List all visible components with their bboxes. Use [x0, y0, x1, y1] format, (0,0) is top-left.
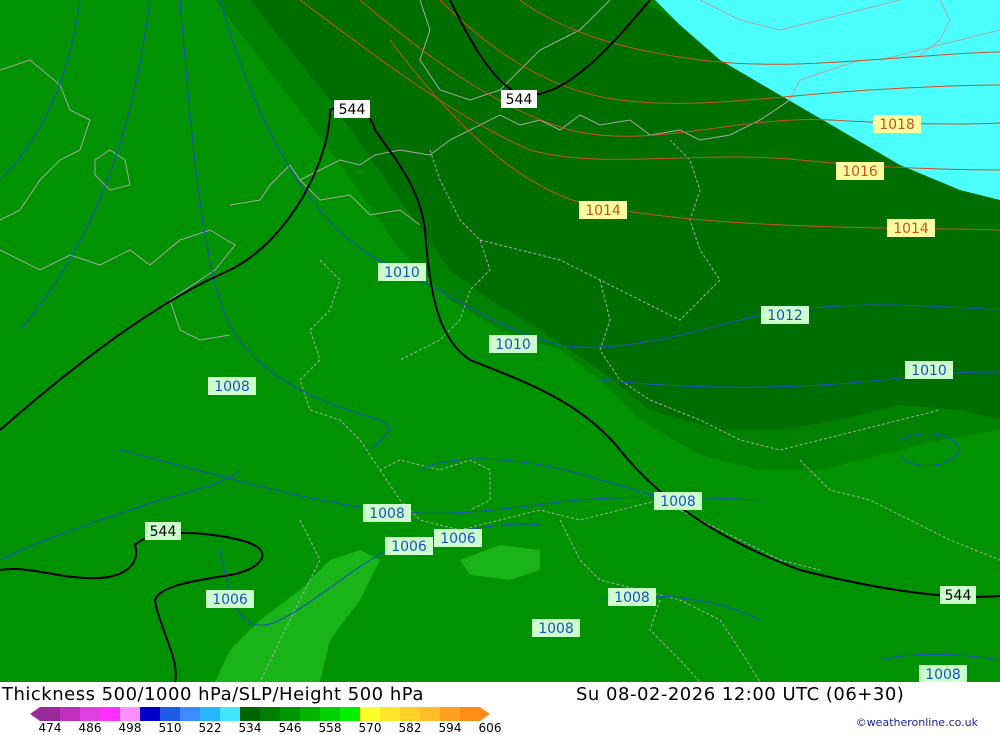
isobar-label: 1016	[836, 162, 884, 180]
isobar-label: 1008	[532, 619, 580, 637]
isobar-label-text: 1008	[214, 379, 250, 395]
isobar-label: 1010	[378, 263, 426, 281]
isobar-label: 1008	[608, 588, 656, 606]
scale-swatch	[440, 707, 460, 721]
isobar-label: 1006	[434, 529, 482, 547]
isobar-label: 1008	[208, 377, 256, 395]
isobar-label: 1010	[905, 361, 953, 379]
credit-link[interactable]: ©weatheronline.co.uk	[856, 716, 978, 729]
scale-swatch	[300, 707, 320, 721]
scale-swatch	[80, 707, 100, 721]
height-label-text: 544	[150, 524, 177, 540]
scale-swatch	[180, 707, 200, 721]
scale-swatch	[260, 707, 280, 721]
valid-time: Su 08-02-2026 12:00 UTC (06+30)	[576, 684, 905, 705]
isobar-label: 1018	[873, 115, 921, 133]
isobar-label-text: 1008	[538, 621, 574, 637]
height-label: 544	[940, 586, 976, 604]
scale-swatch	[340, 707, 360, 721]
scale-swatch	[280, 707, 300, 721]
isobar-label: 1012	[761, 306, 809, 324]
scale-swatch	[120, 707, 140, 721]
isobar-label: 1006	[206, 590, 254, 608]
scale-swatch	[100, 707, 120, 721]
height-label: 544	[145, 522, 181, 540]
height-label-text: 544	[339, 102, 366, 118]
map-title: Thickness 500/1000 hPa/SLP/Height 500 hP…	[2, 684, 424, 705]
scale-arrow-left	[30, 707, 40, 721]
scale-swatch	[200, 707, 220, 721]
scale-swatch	[220, 707, 240, 721]
scale-swatch	[320, 707, 340, 721]
isobar-label-text: 1014	[893, 221, 929, 237]
scale-swatch	[60, 707, 80, 721]
isobar-label: 1006	[385, 537, 433, 555]
isobar-label: 1008	[919, 665, 967, 682]
scale-swatch	[240, 707, 260, 721]
isobar-label: 1014	[579, 201, 627, 219]
height-label: 544	[334, 100, 370, 118]
height-label: 544	[501, 90, 537, 108]
scale-arrow-right	[480, 707, 490, 721]
map-footer: Thickness 500/1000 hPa/SLP/Height 500 hP…	[0, 682, 1000, 735]
isobar-label: 1008	[654, 492, 702, 510]
isobar-label-text: 1010	[911, 363, 947, 379]
isobar-label-text: 1010	[384, 265, 420, 281]
height-label-text: 544	[945, 588, 972, 604]
isobar-label-text: 1018	[879, 117, 915, 133]
isobar-label-text: 1008	[925, 667, 961, 682]
isobar-label-text: 1008	[614, 590, 650, 606]
isobar-label-text: 1006	[440, 531, 476, 547]
scale-swatch	[420, 707, 440, 721]
height-label-text: 544	[506, 92, 533, 108]
isobar-label: 1010	[489, 335, 537, 353]
scale-swatch	[380, 707, 400, 721]
weather-map: 1018 1016 1014 1014 1012 1010 1010 1010 …	[0, 0, 1000, 682]
isobar-label-text: 1010	[495, 337, 531, 353]
isobar-label-text: 1006	[212, 592, 248, 608]
scale-swatch	[400, 707, 420, 721]
isobar-label-text: 1006	[391, 539, 427, 555]
isobar-label-text: 1016	[842, 164, 878, 180]
isobar-label-text: 1012	[767, 308, 803, 324]
isobar-label: 1008	[363, 504, 411, 522]
scale-swatch	[40, 707, 60, 721]
scale-swatch	[160, 707, 180, 721]
scale-swatch	[140, 707, 160, 721]
scale-swatch	[460, 707, 480, 721]
color-scale-bar	[30, 707, 490, 721]
isobar-label-text: 1014	[585, 203, 621, 219]
isobar-label-text: 1008	[660, 494, 696, 510]
isobar-label-text: 1008	[369, 506, 405, 522]
isobar-label: 1014	[887, 219, 935, 237]
scale-swatch	[360, 707, 380, 721]
